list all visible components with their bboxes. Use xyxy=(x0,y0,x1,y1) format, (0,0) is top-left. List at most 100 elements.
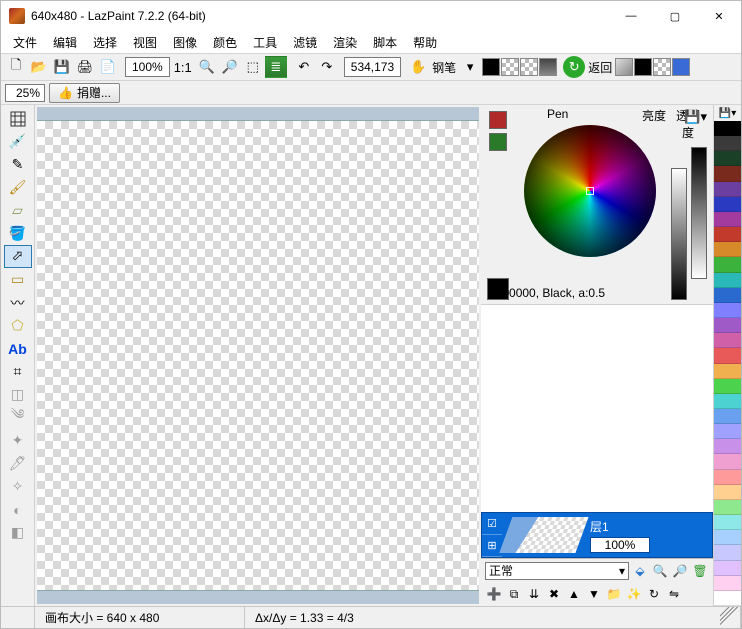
palette-color-19[interactable] xyxy=(714,409,741,424)
palette-color-8[interactable] xyxy=(714,242,741,257)
print-button[interactable]: 🖨 xyxy=(74,56,96,78)
menu-image[interactable]: 图像 xyxy=(165,32,205,53)
canvas[interactable] xyxy=(37,121,479,590)
palette-color-15[interactable] xyxy=(714,348,741,363)
tool-smudge[interactable]: ༄ xyxy=(4,406,32,429)
layer-down-icon[interactable]: ▼ xyxy=(585,585,603,603)
tool-deform[interactable]: ⌗ xyxy=(4,360,32,383)
pen-dropdown-button[interactable]: ▾ xyxy=(459,56,481,78)
undo-button[interactable]: ↶ xyxy=(293,56,315,78)
menu-help[interactable]: 帮助 xyxy=(405,32,445,53)
palette-color-23[interactable] xyxy=(714,470,741,485)
alpha-slider[interactable] xyxy=(691,147,707,279)
maximize-button[interactable]: ▢ xyxy=(653,5,697,27)
foreground-swatch[interactable] xyxy=(489,111,507,129)
palette-color-18[interactable] xyxy=(714,394,741,409)
layer-entry[interactable]: ☑ ⊞ 层1 100% xyxy=(481,512,713,558)
layer-folder-icon[interactable]: 📁 xyxy=(605,585,623,603)
layer-grid-icon[interactable]: ⊞ xyxy=(482,535,502,557)
layer-opacity[interactable]: 100% xyxy=(590,537,650,553)
tool-fill[interactable]: 🪣 xyxy=(4,222,32,245)
palette-color-26[interactable] xyxy=(714,515,741,530)
tool-shadow[interactable]: ◐ xyxy=(4,498,32,521)
opacity-input[interactable]: 25% xyxy=(5,84,45,102)
layer-flip-icon[interactable]: ⇋ xyxy=(665,585,683,603)
new-button[interactable]: 🗋 xyxy=(5,56,27,78)
menu-view[interactable]: 视图 xyxy=(125,32,165,53)
zoom-area-button[interactable]: ⬚ xyxy=(242,56,264,78)
back-swatch-1[interactable] xyxy=(615,58,633,76)
zoom-fit-button[interactable]: 1:1 xyxy=(171,56,195,78)
palette-color-0[interactable] xyxy=(714,121,741,136)
zoom-out-button[interactable]: 🔎 xyxy=(219,56,241,78)
brightness-slider[interactable] xyxy=(671,168,687,300)
menu-edit[interactable]: 编辑 xyxy=(45,32,85,53)
menu-render[interactable]: 渲染 xyxy=(325,32,365,53)
tool-text[interactable]: Ab xyxy=(4,337,32,360)
palette-color-7[interactable] xyxy=(714,227,741,242)
layer-up-icon[interactable]: ▲ xyxy=(565,585,583,603)
palette-color-3[interactable] xyxy=(714,166,741,181)
layer-zoomout-icon[interactable]: 🔎 xyxy=(671,562,689,580)
layer-visible-icon[interactable]: ☑ xyxy=(482,513,502,535)
resize-grip[interactable] xyxy=(720,607,741,628)
back-swatch-3[interactable] xyxy=(653,58,671,76)
menu-file[interactable]: 文件 xyxy=(5,32,45,53)
menu-script[interactable]: 脚本 xyxy=(365,32,405,53)
palette-color-4[interactable] xyxy=(714,182,741,197)
palette-color-10[interactable] xyxy=(714,273,741,288)
hand-tool-button[interactable]: ✋ xyxy=(407,56,429,78)
redo-button[interactable]: ↷ xyxy=(316,56,338,78)
color-wheel[interactable] xyxy=(524,125,656,257)
palette-color-13[interactable] xyxy=(714,318,741,333)
palette-color-16[interactable] xyxy=(714,364,741,379)
tool-pencil[interactable]: ✎ xyxy=(4,153,32,176)
palette-color-5[interactable] xyxy=(714,197,741,212)
palette-color-6[interactable] xyxy=(714,212,741,227)
swatch-checker-1[interactable] xyxy=(501,58,519,76)
background-swatch[interactable] xyxy=(489,133,507,151)
palette-color-28[interactable] xyxy=(714,545,741,560)
copy-button[interactable]: 📄 xyxy=(97,56,119,78)
layer-rot-icon[interactable]: ↻ xyxy=(645,585,663,603)
swatch-checker-2[interactable] xyxy=(520,58,538,76)
palette-color-22[interactable] xyxy=(714,454,741,469)
menu-filter[interactable]: 滤镜 xyxy=(285,32,325,53)
tool-rectangle[interactable]: ▭ xyxy=(4,268,32,291)
palette-color-21[interactable] xyxy=(714,439,741,454)
back-swatch-2[interactable] xyxy=(634,58,652,76)
palette-color-25[interactable] xyxy=(714,500,741,515)
menu-color[interactable]: 颜色 xyxy=(205,32,245,53)
palette-color-24[interactable] xyxy=(714,485,741,500)
menu-select[interactable]: 选择 xyxy=(85,32,125,53)
tool-polygon[interactable]: ⬠ xyxy=(4,314,32,337)
tool-eraser[interactable]: ▱ xyxy=(4,199,32,222)
palette-color-12[interactable] xyxy=(714,303,741,318)
tool-gradient[interactable]: ◧ xyxy=(4,521,32,544)
tool-shapes[interactable]: ✦ xyxy=(4,429,32,452)
palette-color-14[interactable] xyxy=(714,333,741,348)
tool-picker[interactable]: 💉 xyxy=(4,130,32,153)
layers-toggle-button[interactable]: ≣ xyxy=(265,56,287,78)
close-button[interactable]: ✕ xyxy=(697,5,741,27)
tool-polyline[interactable]: 〰 xyxy=(4,291,32,314)
palette-color-2[interactable] xyxy=(714,151,741,166)
layer-del-icon[interactable]: ✖ xyxy=(545,585,563,603)
swatch-solid[interactable] xyxy=(482,58,500,76)
palette-menu-icon[interactable]: 💾▾ xyxy=(714,105,741,121)
zoom-in-button[interactable]: 🔍 xyxy=(196,56,218,78)
layer-effect-icon[interactable]: ✨ xyxy=(625,585,643,603)
zoom-input[interactable]: 100% xyxy=(125,57,170,77)
palette-color-27[interactable] xyxy=(714,530,741,545)
tool-spray[interactable]: 🖊 xyxy=(4,452,32,475)
save-button[interactable]: 💾 xyxy=(51,56,73,78)
back-swatch-4[interactable] xyxy=(672,58,690,76)
palette-color-1[interactable] xyxy=(714,136,741,151)
save-palette-icon[interactable]: 💾▾ xyxy=(684,109,707,125)
reload-button[interactable]: ↻ xyxy=(563,56,585,78)
tool-light[interactable]: ✧ xyxy=(4,475,32,498)
open-button[interactable]: 📂 xyxy=(28,56,50,78)
donate-button[interactable]: 👍 捐赠... xyxy=(49,83,120,103)
blend-mode-select[interactable]: 正常▾ xyxy=(485,562,629,580)
palette-color-29[interactable] xyxy=(714,561,741,576)
